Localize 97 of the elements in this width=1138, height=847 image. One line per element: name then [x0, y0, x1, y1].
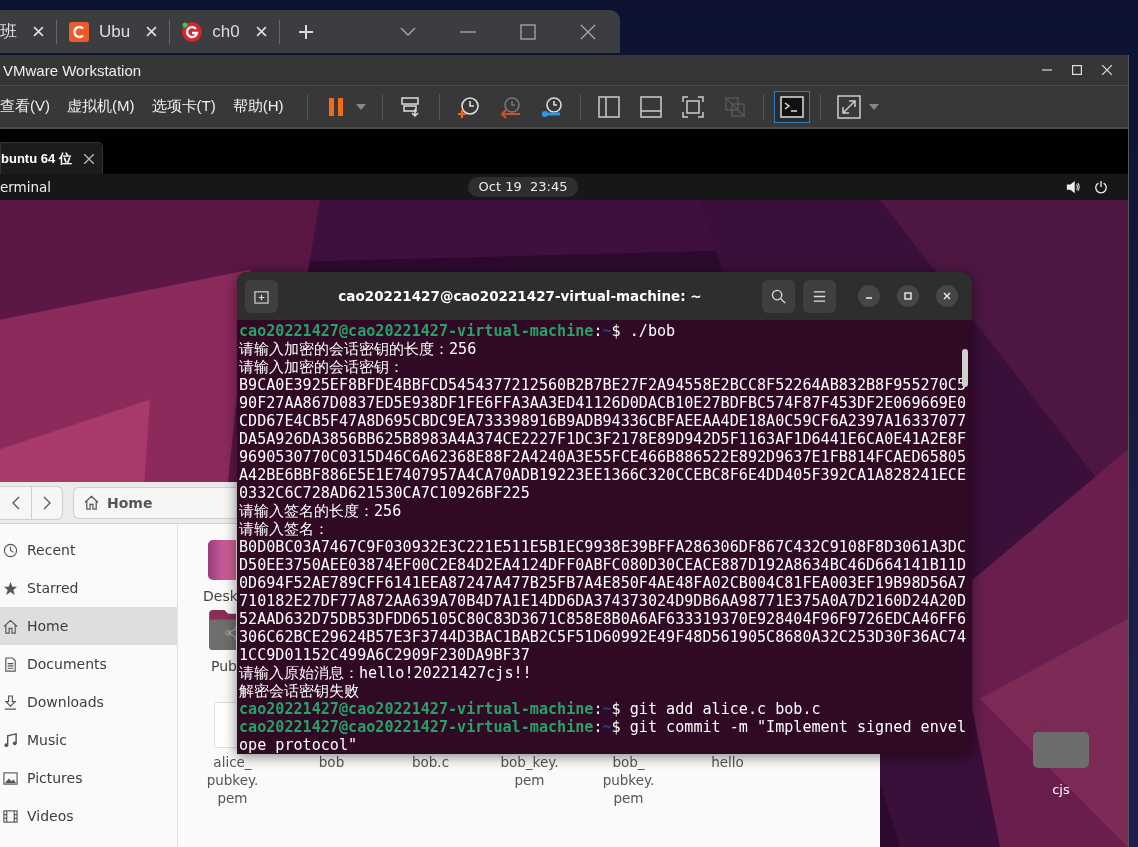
close-icon	[942, 291, 952, 301]
power-icon[interactable]	[1094, 180, 1108, 194]
fullscreen-icon	[837, 94, 862, 119]
download-icon	[3, 694, 18, 710]
file-label[interactable]: bob_pubkey.pem	[592, 753, 665, 807]
caret-icon	[869, 103, 880, 110]
file-label[interactable]: bob	[295, 753, 368, 771]
terminal-line: A42BE6BBF886E5E1E7407957A4CA70ADB19223EE1366C320CCEBC8F6E4DD405F392CA1A828241ECE	[239, 466, 967, 484]
path-label[interactable]: Home	[107, 494, 153, 511]
terminal-line: B9CA0E3925EF8BFDE4BBFCD5454377212560B2B7BE27F2A94558E2BCC8F52264AB832B8F955270C5	[239, 376, 967, 394]
home-icon	[84, 495, 99, 510]
terminal-line: DA5A926DA3856BB625B8983A4A374CE2227F1DC3F2178E89D942D5F1163AF1D6441E6CA0E41A2E8F	[239, 430, 967, 448]
menu-item[interactable]: 选项卡(T)	[151, 97, 225, 116]
clock-plus-icon	[456, 94, 481, 119]
sidebar-item[interactable]: Videos	[0, 797, 177, 835]
folder-label[interactable]: cjs	[1052, 782, 1070, 797]
search-icon	[771, 288, 786, 304]
terminal-line: 请输入原始消息：hello!20221427cjs!!	[239, 664, 533, 682]
terminal-line: D50EE3750AEE03874EF00C2E84D2EA4124DFF0ABFC080D30CEACE887D192A8634BC46D664141B11D	[239, 556, 967, 574]
terminal-line: 解密会话密钥失败	[239, 682, 360, 700]
sidebar-item[interactable]: Music	[0, 721, 177, 759]
browser-tab[interactable]: 班	[0, 10, 56, 53]
terminal-icon	[780, 94, 805, 119]
terminal-line: ope protocol"	[239, 736, 359, 754]
terminal-line: CDD67E4CB5F47A8D695CBDC9EA733398916B9ADB94336CBFAEEAA4DE18A0C59CF6A2397A16337077	[239, 412, 967, 430]
volume-icon[interactable]	[1066, 180, 1080, 194]
star-icon	[3, 580, 18, 596]
file-label[interactable]: bob.c	[394, 753, 467, 771]
doc-icon	[3, 656, 18, 672]
file-label[interactable]: bob_key.pem	[493, 753, 566, 789]
picture-icon	[3, 770, 18, 786]
film-icon	[3, 808, 18, 824]
unity-disabled-icon	[723, 94, 748, 119]
terminal-line: 0332C6C728AD621530CA7C10926BF225	[239, 484, 531, 502]
chevron-right-icon	[43, 495, 51, 510]
fit-screen-icon	[681, 94, 706, 119]
maximize-button[interactable]	[897, 285, 919, 307]
new-tab-icon[interactable]	[297, 23, 314, 40]
browser-tab[interactable]: ch0	[170, 10, 279, 53]
terminal-line: 710182E27DF77A872AA639A70B4D7A1E14DD6DA374373024D9DB6AA98771E375A0A7D2160D24A20D	[239, 592, 967, 610]
window-title: VMware Workstation	[2, 61, 142, 79]
plus-icon	[254, 288, 269, 304]
terminal-line: 1CC9D01152C499A6C2909F230DA9BF37	[239, 646, 531, 664]
terminal-line: 请输入签名的长度：256	[239, 502, 403, 520]
sidebar-item[interactable]: Pictures	[0, 759, 177, 797]
bottom-panel-icon	[639, 94, 664, 119]
terminal-line: 0D694F52AE789CFF6141EEA87247A477B25FB7A4E850F4AE48FA02CB004C81FEA003EF19B98D56A7	[239, 574, 967, 592]
file-label[interactable]: alice_pubkey.pem	[196, 753, 269, 807]
file-label[interactable]: Pub	[211, 658, 237, 674]
new-tab-button[interactable]	[245, 279, 278, 313]
terminal-line: 请输入签名：	[239, 520, 330, 538]
terminal-line: 90F27AA867D0837ED5E938DF1FE6FFA3AA3ED41126D0DACB10E27BDFBC574F87F453DF2E069669E0	[239, 394, 967, 412]
menu-button[interactable]	[803, 279, 836, 313]
close-icon[interactable]	[580, 23, 596, 40]
sidebar-item[interactable]: Downloads	[0, 683, 177, 721]
terminal-line: 请输入加密的会话密钥的长度：256	[239, 340, 478, 358]
window-title: cao20221427@cao20221427-virtual-machine: ~	[337, 288, 703, 304]
terminal-line: 306C62BCE29624B57E3F3744D3BAC1BAB2C5F51D60992E49F48D561905C8680A32C253D30F36AC74	[239, 628, 967, 646]
toolbar-button[interactable]	[774, 90, 811, 123]
close-icon[interactable]	[84, 153, 94, 164]
file-label[interactable]: Desk	[203, 588, 238, 604]
terminal-line: B0D0BC03A7467C9F030932E3C221E511E5B1EC9938E39BFFA286306DF867C432C9108F8D3061A3DC	[239, 538, 967, 556]
clock[interactable]: Oct 19 23:45	[468, 177, 578, 197]
browser-tab[interactable]: Ubu	[57, 10, 170, 53]
chevron-left-icon	[11, 495, 20, 510]
sidebar-item[interactable]: Documents	[0, 645, 177, 683]
home-icon	[3, 618, 18, 634]
search-button[interactable]	[762, 279, 795, 313]
menu-icon	[812, 288, 827, 304]
menu-item[interactable]: 虚拟机(M)	[67, 97, 144, 116]
app-menu[interactable]: erminal	[0, 179, 52, 195]
vm-tab[interactable]: buntu 64 位	[0, 142, 103, 174]
maximize-icon	[903, 291, 913, 301]
c-logo-icon	[69, 21, 89, 42]
sidebar-item[interactable]: Home	[0, 607, 177, 645]
clock-wrench-icon	[540, 94, 565, 119]
sidebar-item[interactable]: Starred	[0, 569, 177, 607]
sidebar-layout-icon	[597, 94, 622, 119]
path-bar[interactable]: Home	[73, 486, 236, 519]
terminal-line: 52AAD632D75DB53DFDD65105C80C83D3671C858E8B0A6AF633319370E928404F96F9726EDCA46FF6	[239, 610, 967, 628]
clock-arrow-icon	[498, 94, 523, 119]
minimize-button[interactable]	[858, 285, 880, 307]
close-button[interactable]	[936, 285, 958, 307]
music-icon	[3, 732, 18, 748]
clock-icon	[3, 542, 18, 558]
caret-icon	[356, 103, 367, 110]
terminal-line: 请输入加密的会话密钥：	[239, 358, 405, 376]
menu-item[interactable]: 帮助(H)	[232, 97, 293, 116]
file-label[interactable]: hello	[691, 753, 764, 771]
terminal-line: 9690530770C0315D46C6A62368E88F2A4240A3E55FCE466B886522E892D9637E1FB814FCAED65805	[239, 448, 967, 466]
terminal-line: cao20221427@cao20221427-virtual-machine:~$ git add alice.c bob.c	[239, 700, 822, 718]
sidebar-item[interactable]: Recent	[0, 531, 177, 569]
terminal-line: cao20221427@cao20221427-virtual-machine:~$ ./bob	[239, 322, 677, 340]
g-logo-icon	[182, 21, 203, 42]
terminal-line: cao20221427@cao20221427-virtual-machine:~$ git commit -m "Implement signed envel	[239, 718, 967, 736]
menu-item[interactable]: 查看(V)	[0, 97, 59, 116]
shared-folder-icon[interactable]	[208, 610, 236, 650]
